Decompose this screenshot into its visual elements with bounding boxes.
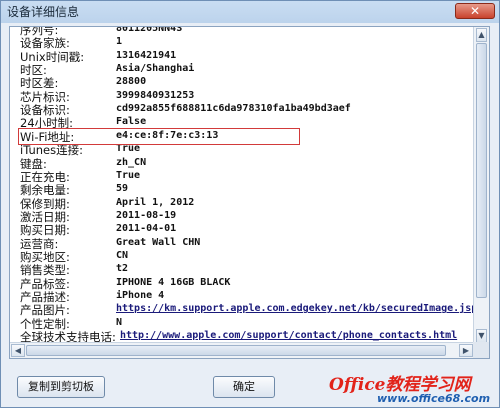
horizontal-scroll-thumb[interactable] xyxy=(26,345,446,356)
row-value: t2 xyxy=(116,263,129,275)
row-value: 28800 xyxy=(116,76,147,88)
row-value: True xyxy=(116,143,141,155)
scrollbar-corner xyxy=(473,342,489,358)
row-value: CN xyxy=(116,249,129,261)
ok-button[interactable]: 确定 xyxy=(213,376,275,398)
row-value: zh_CN xyxy=(116,156,147,168)
row-value: April 1, 2012 xyxy=(116,196,195,208)
row-value: False xyxy=(116,116,147,128)
details-panel: 序列号: 8011205NN4S 设备家族: 1 Unix时间戳: 131642… xyxy=(9,26,490,359)
row-value: 59 xyxy=(116,183,129,195)
row-value: 2011-08-19 xyxy=(116,209,177,221)
close-button[interactable]: ✕ xyxy=(455,3,495,19)
row-value: 1 xyxy=(116,36,123,48)
scroll-up-arrow-icon[interactable]: ▲ xyxy=(476,28,487,42)
watermark: Office教程学习网 www.office68.com xyxy=(329,370,499,408)
scroll-right-arrow-icon[interactable]: ▶ xyxy=(459,344,473,357)
title-bar[interactable]: 设备详细信息 ✕ xyxy=(1,1,499,21)
device-details-window: 设备详细信息 ✕ 序列号: 8011205NN4S 设备家族: 1 Unix时间… xyxy=(0,0,500,408)
row-value: N xyxy=(116,316,123,328)
row-value: Great Wall CHN xyxy=(116,236,201,248)
scroll-down-arrow-icon[interactable]: ▼ xyxy=(476,329,487,343)
row-value: Asia/Shanghai xyxy=(116,63,195,75)
vertical-scroll-thumb[interactable] xyxy=(476,43,487,298)
vertical-scrollbar[interactable]: ▲ ▼ xyxy=(473,27,489,344)
row-value: 1316421941 xyxy=(116,49,177,61)
copy-to-clipboard-button[interactable]: 复制到剪切板 xyxy=(17,376,105,398)
row-value: 3999840931253 xyxy=(116,89,195,101)
row-link[interactable]: http://www.apple.com/support/contact/pho… xyxy=(120,330,457,341)
row-value: IPHONE 4 16GB BLACK xyxy=(116,276,231,288)
horizontal-scrollbar[interactable]: ◀ ▶ xyxy=(10,342,474,358)
watermark-url: www.office68.com xyxy=(377,392,491,405)
scroll-left-arrow-icon[interactable]: ◀ xyxy=(11,344,25,357)
row-value: cd992a855f688811c6da978310fa1ba49bd3aef xyxy=(116,103,351,115)
wifi-highlight-box xyxy=(18,127,300,145)
row-value: True xyxy=(116,169,141,181)
row-value: 2011-04-01 xyxy=(116,223,177,235)
row-value: iPhone 4 xyxy=(116,290,165,302)
window-title: 设备详细信息 xyxy=(7,5,80,19)
row-value: 8011205NN4S xyxy=(116,26,183,34)
row-link[interactable]: https://km.support.apple.com.edgekey.net… xyxy=(116,303,489,314)
